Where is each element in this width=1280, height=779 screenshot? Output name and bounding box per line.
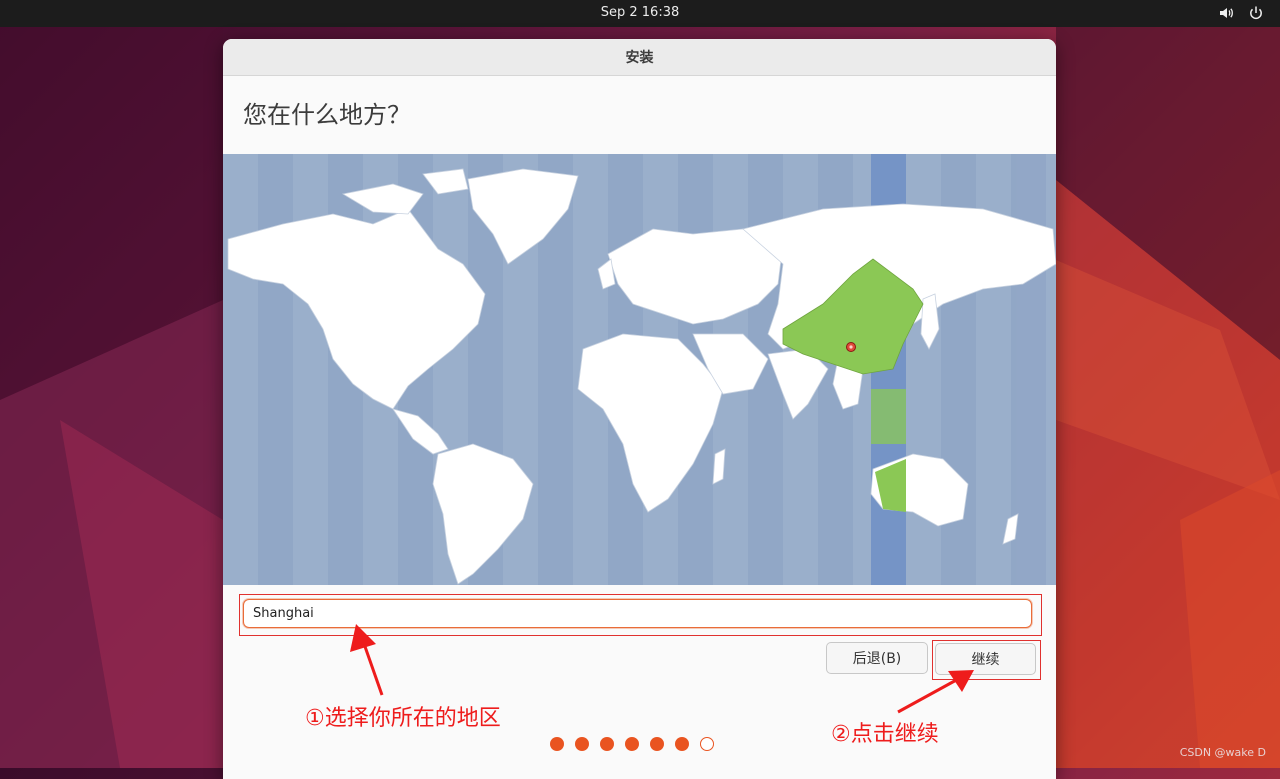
- progress-dot: [650, 737, 664, 751]
- timezone-map[interactable]: [223, 154, 1056, 585]
- top-bar: Sep 2 16:38: [0, 0, 1280, 27]
- progress-dot: [625, 737, 639, 751]
- progress-dot: [675, 737, 689, 751]
- power-icon[interactable]: [1248, 5, 1264, 21]
- band-highlight-sea: [871, 389, 906, 444]
- location-pin-icon: [846, 342, 856, 352]
- progress-dots: [550, 737, 714, 751]
- progress-dot: [575, 737, 589, 751]
- annotation-step1: ①选择你所在的地区: [305, 706, 501, 731]
- speaker-icon[interactable]: [1218, 5, 1234, 21]
- clock[interactable]: Sep 2 16:38: [0, 5, 1280, 20]
- progress-dot: [600, 737, 614, 751]
- world-map[interactable]: [223, 154, 1056, 585]
- progress-dot-current: [700, 737, 714, 751]
- window-title: 安装: [223, 39, 1056, 76]
- annotation-step2: ②点击继续: [831, 722, 939, 747]
- south-america: [432, 443, 534, 585]
- back-button[interactable]: 后退(B): [826, 642, 928, 674]
- location-input[interactable]: [243, 599, 1032, 628]
- page-title: 您在什么地方？: [223, 76, 1056, 155]
- system-tray[interactable]: [1218, 5, 1264, 21]
- progress-dot: [550, 737, 564, 751]
- continue-button[interactable]: 继续: [935, 643, 1036, 675]
- installer-window: 安装 您在什么地方？ Shanghai 后退(B) 继续: [223, 39, 1056, 779]
- watermark: CSDN @wake D: [1179, 746, 1266, 759]
